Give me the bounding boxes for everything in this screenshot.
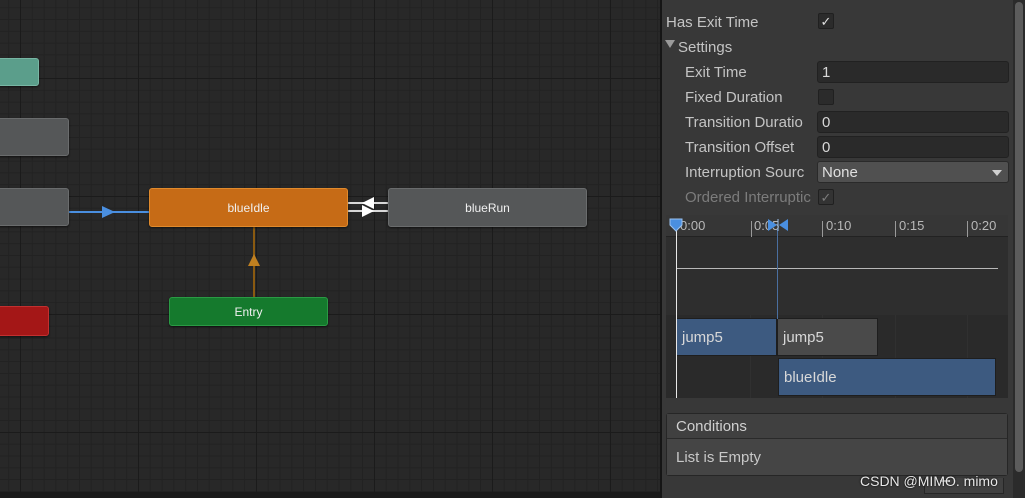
- state-node-blueidle[interactable]: blueIdle: [149, 188, 348, 227]
- tick-label: 0:20: [971, 218, 997, 233]
- transition-lines: [69, 197, 388, 297]
- transition-offset-label: Transition Offset: [685, 139, 795, 156]
- entry-node[interactable]: Entry: [169, 297, 328, 326]
- transition-arrow-icon: [102, 206, 115, 218]
- tick-line: [895, 221, 896, 237]
- watermark: CSDN @MIMO. mimo: [860, 473, 998, 489]
- weight-curve-area: [666, 237, 1008, 315]
- transition-offset-row: Transition Offset 0: [662, 135, 1013, 160]
- interruption-source-dropdown[interactable]: None: [817, 161, 1009, 183]
- interruption-source-label: Interruption Sourc: [685, 164, 805, 181]
- has-exit-time-checkbox[interactable]: ✓: [818, 13, 834, 29]
- transition-inspector: Has Exit Time ✓ Settings Exit Time 1 Fix…: [662, 0, 1013, 498]
- exit-time-field[interactable]: 1: [817, 61, 1009, 83]
- state-node[interactable]: [0, 118, 69, 156]
- state-node[interactable]: [0, 188, 69, 226]
- transition-duration-label: Transition Duratio: [685, 114, 803, 131]
- exit-time-label: Exit Time: [685, 64, 747, 81]
- clip-label: jump5: [783, 328, 824, 346]
- animator-graph[interactable]: blueIdle blueRun Entry: [0, 0, 660, 492]
- transition-timeline[interactable]: 0:00 0:05 0:10 0:15 0:20 jump5 jump5 blu…: [666, 215, 1008, 398]
- conditions-empty-text: List is Empty: [676, 448, 762, 466]
- transition-duration-value: 0: [822, 113, 831, 131]
- tick-line: [967, 221, 968, 237]
- transition-handle-icon[interactable]: [766, 218, 790, 232]
- ordered-interruption-checkbox: ✓: [818, 189, 834, 205]
- interruption-source-row: Interruption Sourc None: [662, 160, 1013, 185]
- settings-label: Settings: [678, 39, 733, 56]
- tick-label: 0:15: [899, 218, 925, 233]
- source-clip-continuation[interactable]: jump5: [777, 318, 878, 356]
- transition-offset-value: 0: [822, 138, 831, 156]
- state-node-bluerun[interactable]: blueRun: [388, 188, 587, 227]
- graph-bottom-border: [0, 492, 660, 498]
- conditions-header: Conditions: [667, 414, 1007, 439]
- any-state-node[interactable]: [0, 58, 39, 86]
- conditions-title: Conditions: [676, 417, 747, 435]
- playhead-line[interactable]: [676, 229, 677, 398]
- checkmark-icon: ✓: [820, 189, 832, 205]
- fixed-duration-row: Fixed Duration: [662, 85, 1013, 110]
- checkmark-icon: ✓: [820, 13, 832, 29]
- transition-offset-field[interactable]: 0: [817, 136, 1009, 158]
- entry-node-label: Entry: [234, 304, 263, 319]
- transition-start-line: [777, 229, 778, 319]
- exit-time-value: 1: [822, 63, 831, 81]
- has-exit-time-row: Has Exit Time ✓: [662, 10, 1013, 35]
- weight-curve-line: [676, 268, 998, 269]
- scrollbar-thumb[interactable]: [1015, 2, 1023, 472]
- has-exit-time-label: Has Exit Time: [666, 14, 759, 31]
- transition-duration-field[interactable]: 0: [817, 111, 1009, 133]
- destination-clip-bar[interactable]: blueIdle: [778, 358, 996, 396]
- tick-label: 0:10: [826, 218, 852, 233]
- ordered-interruption-label: Ordered Interruptic: [685, 189, 811, 206]
- triangle-down-icon[interactable]: [665, 40, 675, 48]
- exit-node[interactable]: [0, 306, 49, 336]
- conditions-list: Conditions List is Empty: [666, 413, 1008, 476]
- state-node-label: blueIdle: [227, 200, 270, 215]
- settings-foldout[interactable]: Settings: [662, 35, 1013, 60]
- transition-arrow-up-icon: [248, 254, 260, 266]
- inspector-scrollbar[interactable]: [1013, 0, 1025, 498]
- transition-duration-row: Transition Duratio 0: [662, 110, 1013, 135]
- clip-label: jump5: [682, 328, 723, 346]
- playhead-marker-icon[interactable]: [669, 218, 684, 232]
- tick-line: [822, 221, 823, 237]
- fixed-duration-checkbox[interactable]: [818, 89, 834, 105]
- exit-time-row: Exit Time 1: [662, 60, 1013, 85]
- timeline-ruler: 0:00 0:05 0:10 0:15 0:20: [666, 215, 1008, 237]
- tick-line: [751, 221, 752, 237]
- clip-label: blueIdle: [784, 368, 837, 386]
- dropdown-arrow-icon: [992, 170, 1002, 176]
- ordered-interruption-row: Ordered Interruptic ✓: [662, 185, 1013, 210]
- state-node-label: blueRun: [465, 200, 510, 215]
- fixed-duration-label: Fixed Duration: [685, 89, 783, 106]
- conditions-body: List is Empty: [667, 439, 1007, 475]
- source-clip-bar[interactable]: jump5: [676, 318, 777, 356]
- interruption-source-value: None: [822, 163, 858, 181]
